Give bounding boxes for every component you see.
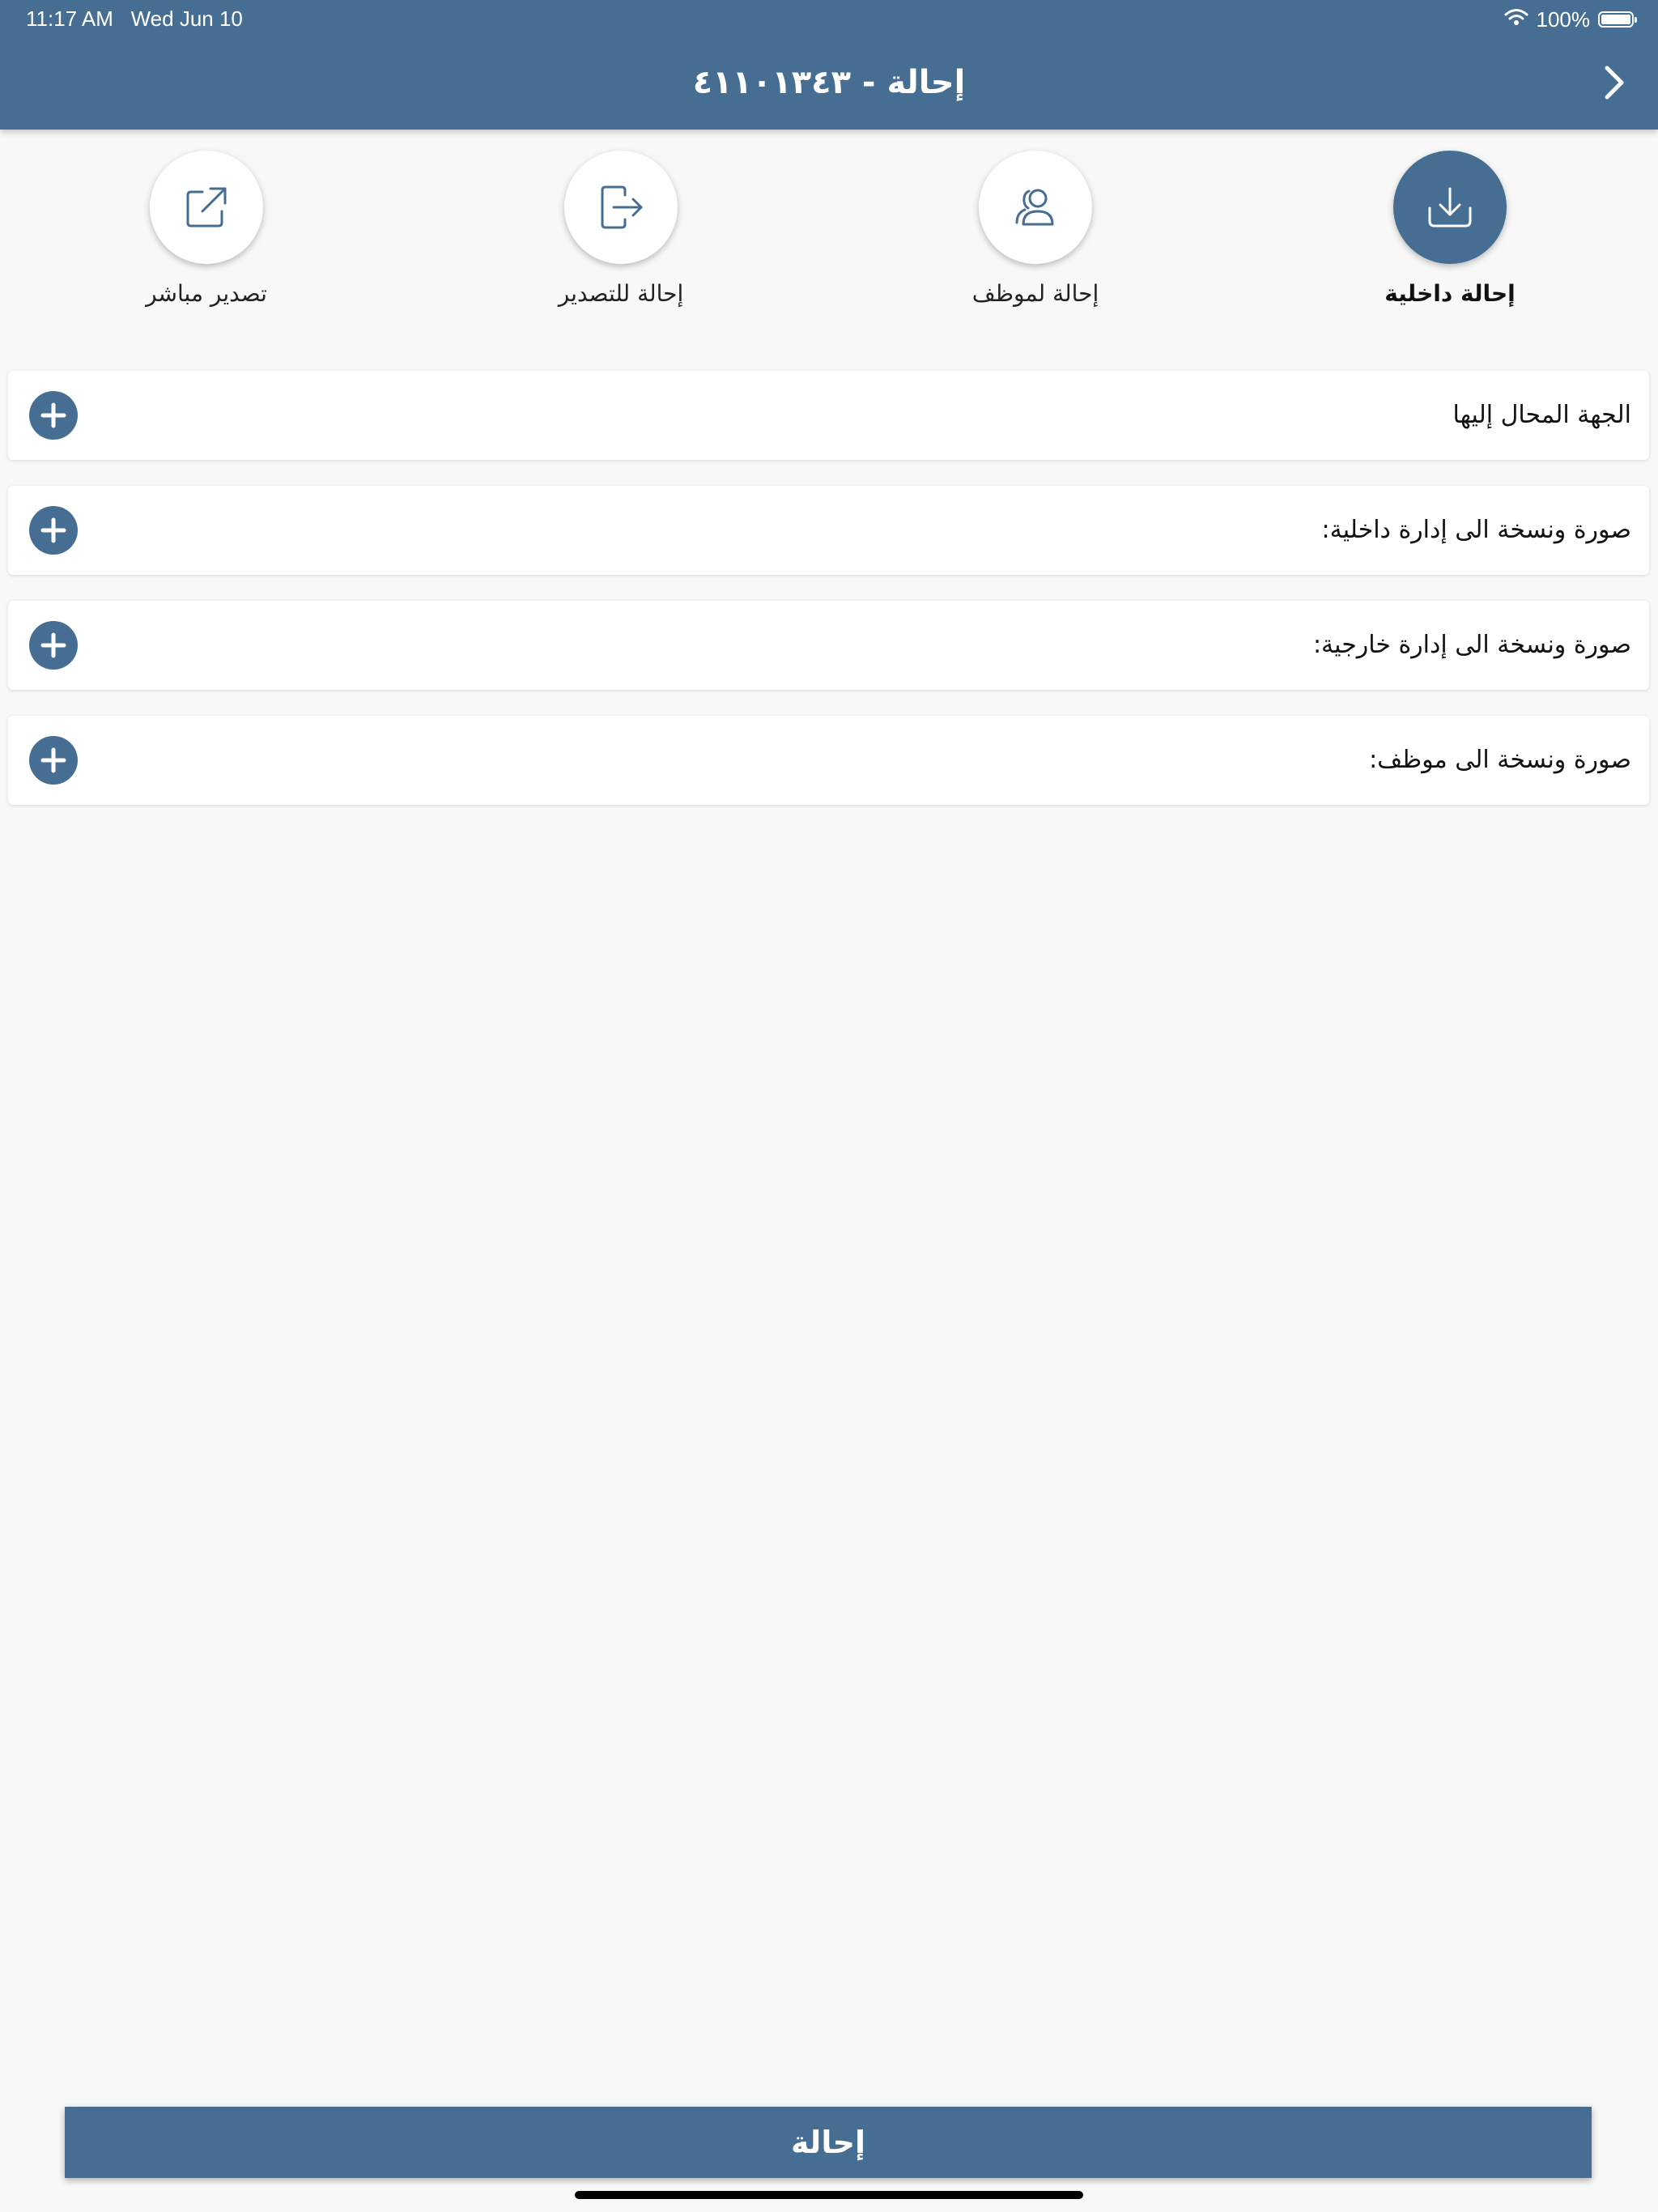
- plus-icon: [40, 517, 66, 543]
- user-icon: [1015, 189, 1054, 226]
- page-title: إحالة - ٤١١٠١٣٤٣: [692, 64, 966, 101]
- back-button[interactable]: [1595, 63, 1634, 102]
- logout-arrow-icon: [601, 185, 643, 229]
- row-label: صورة ونسخة الى إدارة خارجية:: [1312, 631, 1631, 659]
- option-circle: [979, 151, 1092, 264]
- row-label: الجهة المحال إليها: [1452, 401, 1631, 429]
- plus-icon: [40, 402, 66, 428]
- status-time: 11:17 AM Wed Jun 10: [26, 6, 243, 32]
- option-refer-to-employee[interactable]: إحالة لموظف: [914, 151, 1157, 307]
- option-label: تصدير مباشر: [146, 280, 267, 307]
- download-tray-icon: [1428, 187, 1472, 228]
- option-internal-referral[interactable]: إحالة داخلية: [1329, 151, 1571, 307]
- external-link-icon: [186, 187, 227, 228]
- option-label: إحالة داخلية: [1384, 280, 1516, 307]
- row-label: صورة ونسخة الى إدارة داخلية:: [1321, 516, 1632, 544]
- chevron-right-icon: [1605, 66, 1624, 100]
- add-button[interactable]: [29, 391, 78, 440]
- row-copy-internal-dept: صورة ونسخة الى إدارة داخلية:: [8, 486, 1649, 575]
- battery-percent: 100%: [1536, 6, 1591, 32]
- option-circle: [150, 151, 263, 264]
- option-label: إحالة لموظف: [971, 280, 1099, 307]
- option-label: إحالة للتصدير: [558, 280, 684, 307]
- wifi-icon: [1504, 7, 1528, 32]
- status-clock: 11:17 AM: [26, 6, 113, 31]
- home-indicator: [575, 2191, 1083, 2199]
- plus-icon: [40, 632, 66, 658]
- option-circle: [564, 151, 678, 264]
- add-button[interactable]: [29, 506, 78, 555]
- option-refer-for-export[interactable]: إحالة للتصدير: [500, 151, 742, 307]
- nav-header: 11:17 AM Wed Jun 10 100% إحالة - ٤١١٠١٣٤…: [0, 0, 1658, 130]
- status-date: Wed Jun 10: [130, 6, 243, 31]
- status-indicators: 100%: [1504, 5, 1637, 34]
- plus-icon: [40, 747, 66, 773]
- option-direct-export[interactable]: تصدير مباشر: [85, 151, 328, 307]
- add-button[interactable]: [29, 736, 78, 785]
- option-circle: [1393, 151, 1507, 264]
- row-copy-external-dept: صورة ونسخة الى إدارة خارجية:: [8, 601, 1649, 690]
- referral-type-selector: إحالة داخلية إحالة لموظف إحالة للتصدير ت…: [0, 130, 1658, 340]
- row-label: صورة ونسخة الى موظف:: [1369, 746, 1631, 774]
- add-button[interactable]: [29, 621, 78, 670]
- battery-icon: [1598, 11, 1637, 28]
- submit-referral-button[interactable]: إحالة: [65, 2107, 1592, 2178]
- row-copy-employee: صورة ونسخة الى موظف:: [8, 716, 1649, 805]
- row-referred-to-entity: الجهة المحال إليها: [8, 371, 1649, 460]
